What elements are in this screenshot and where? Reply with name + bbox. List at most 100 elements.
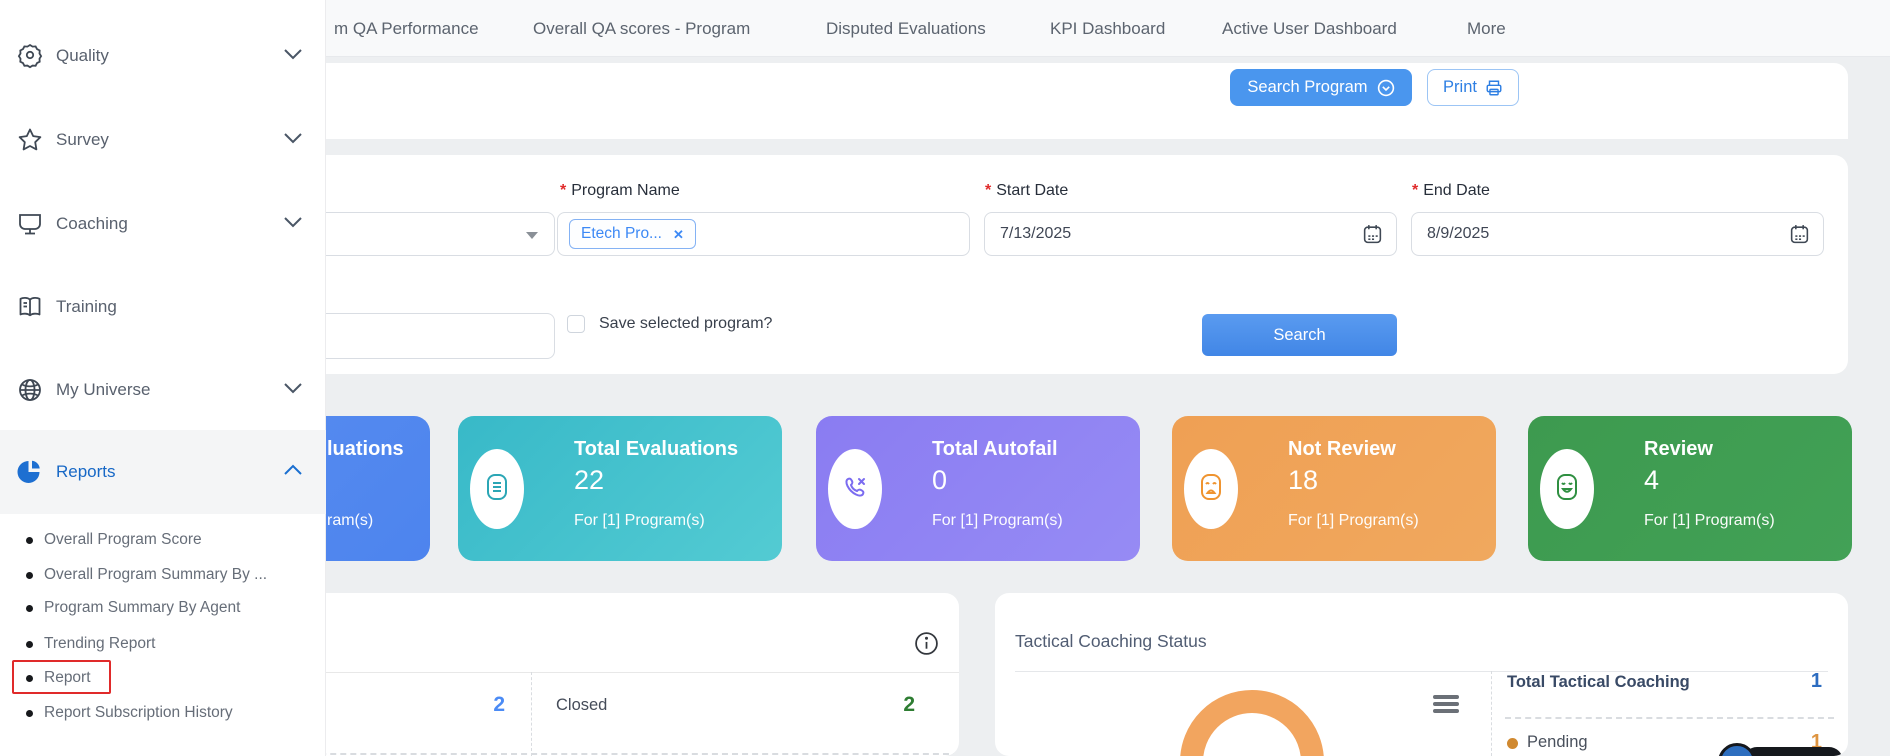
stat-card-title: Total Evaluations bbox=[574, 438, 738, 461]
stat-card-title: Total Autofail bbox=[932, 438, 1058, 461]
chevron-down-icon bbox=[283, 381, 303, 399]
bullet-icon bbox=[26, 605, 33, 612]
stat-card-value: 18 bbox=[1288, 465, 1318, 496]
secondary-filter-input[interactable] bbox=[300, 313, 555, 359]
calendar-icon[interactable] bbox=[1789, 223, 1810, 250]
sidebar-item-training[interactable]: Training bbox=[0, 286, 326, 328]
tab-active-user-dashboard[interactable]: Active User Dashboard bbox=[1222, 0, 1397, 57]
stat-card-title: Review bbox=[1644, 438, 1713, 461]
phone-x-icon bbox=[841, 473, 869, 506]
tab-disputed-evaluations[interactable]: Disputed Evaluations bbox=[826, 0, 986, 57]
stat-card-value: 22 bbox=[574, 465, 604, 496]
sidebar-item-quality[interactable]: Quality bbox=[0, 35, 326, 77]
search-program-button[interactable]: Search Program bbox=[1230, 69, 1412, 106]
status-summary-panel: 2 Closed 2 bbox=[280, 593, 959, 756]
column-separator bbox=[1491, 671, 1492, 756]
submenu-report[interactable]: Report bbox=[0, 665, 326, 691]
status-cell-value: 2 bbox=[903, 693, 915, 717]
start-date-value: 7/13/2025 bbox=[1000, 225, 1071, 243]
tag-remove-icon[interactable]: ✕ bbox=[673, 228, 684, 241]
bullet-icon bbox=[26, 675, 33, 682]
submenu-overall-program-summary[interactable]: Overall Program Summary By ... bbox=[0, 562, 326, 588]
tab-more[interactable]: More bbox=[1467, 0, 1506, 57]
sidebar-item-label: Training bbox=[56, 297, 117, 317]
total-coaching-label: Total Tactical Coaching bbox=[1507, 673, 1690, 692]
chart-tooltip bbox=[1743, 747, 1843, 756]
sidebar-item-label: My Universe bbox=[56, 380, 150, 400]
monitor-icon bbox=[16, 210, 44, 238]
happy-face-icon bbox=[1553, 472, 1581, 507]
save-program-checkbox[interactable] bbox=[567, 315, 585, 333]
stat-card-total-evaluations[interactable]: Total Evaluations 22 For [1] Program(s) bbox=[458, 416, 782, 561]
stat-card-value: 0 bbox=[932, 465, 947, 496]
stat-card-title: Not Review bbox=[1288, 438, 1396, 461]
stat-card-subtitle: For [1] Program(s) bbox=[574, 512, 705, 530]
sidebar: Quality Survey Coaching Training bbox=[0, 0, 326, 756]
bullet-icon bbox=[26, 710, 33, 717]
tactical-coaching-panel: Tactical Coaching Status 1 Total Tactica… bbox=[995, 593, 1848, 756]
print-label: Print bbox=[1443, 78, 1477, 97]
print-button[interactable]: Print bbox=[1427, 69, 1519, 106]
end-date-input[interactable]: 8/9/2025 bbox=[1411, 212, 1824, 256]
sidebar-item-label: Coaching bbox=[56, 214, 128, 234]
submenu-program-summary-by-agent[interactable]: Program Summary By Agent bbox=[0, 595, 326, 621]
end-date-value: 8/9/2025 bbox=[1427, 225, 1489, 243]
submenu-overall-program-score[interactable]: Overall Program Score bbox=[0, 527, 326, 553]
stat-card-title-partial: luations bbox=[327, 438, 404, 461]
bullet-icon bbox=[26, 641, 33, 648]
start-date-input[interactable]: 7/13/2025 bbox=[984, 212, 1397, 256]
search-program-label: Search Program bbox=[1247, 78, 1367, 97]
book-icon bbox=[16, 293, 44, 321]
tab-qa-performance[interactable]: m QA Performance bbox=[334, 0, 479, 57]
stat-card-total-autofail[interactable]: Total Autofail 0 For [1] Program(s) bbox=[816, 416, 1140, 561]
quality-badge-icon bbox=[16, 42, 44, 70]
submenu-trending-report[interactable]: Trending Report bbox=[0, 631, 326, 657]
tab-kpi-dashboard[interactable]: KPI Dashboard bbox=[1050, 0, 1165, 57]
stat-card-not-review[interactable]: Not Review 18 For [1] Program(s) bbox=[1172, 416, 1496, 561]
stat-card-subtitle: For [1] Program(s) bbox=[1288, 512, 1419, 530]
program-group-select[interactable] bbox=[300, 212, 555, 256]
chevron-down-icon bbox=[283, 131, 303, 149]
chart-menu-icon[interactable] bbox=[1433, 695, 1459, 716]
bullet-icon bbox=[26, 537, 33, 544]
tab-overall-qa-scores[interactable]: Overall QA scores - Program bbox=[533, 0, 750, 57]
search-button[interactable]: Search bbox=[1202, 314, 1397, 356]
sidebar-item-survey[interactable]: Survey bbox=[0, 119, 326, 161]
stat-card-subtitle: For [1] Program(s) bbox=[1644, 512, 1775, 530]
panel-divider bbox=[280, 672, 959, 673]
status-cell-label: Closed bbox=[556, 696, 607, 715]
filter-panel: *Program Name *Start Date *End Date Etec… bbox=[312, 155, 1848, 374]
sidebar-item-reports[interactable]: Reports bbox=[0, 430, 326, 514]
header-panel: Search Program Print bbox=[312, 63, 1848, 139]
chevron-down-circle-icon bbox=[1377, 79, 1395, 97]
evaluations-list-icon bbox=[483, 472, 511, 507]
program-name-input[interactable]: Etech Pro... ✕ bbox=[557, 212, 970, 256]
program-tag-label: Etech Pro... bbox=[581, 225, 662, 243]
stat-card-subtitle: For [1] Program(s) bbox=[932, 512, 1063, 530]
stat-card-subtitle-partial: ram(s) bbox=[327, 512, 373, 530]
pie-chart-icon bbox=[16, 458, 44, 486]
stat-card-value: 4 bbox=[1644, 465, 1659, 496]
cell-separator bbox=[531, 672, 532, 756]
chevron-up-icon bbox=[283, 463, 303, 481]
calendar-icon[interactable] bbox=[1362, 223, 1383, 250]
end-date-label: *End Date bbox=[1412, 182, 1490, 200]
sad-face-icon bbox=[1197, 472, 1225, 507]
printer-icon bbox=[1485, 79, 1503, 97]
program-name-label: *Program Name bbox=[560, 182, 680, 200]
sidebar-item-label: Reports bbox=[56, 462, 116, 482]
sidebar-item-coaching[interactable]: Coaching bbox=[0, 203, 326, 245]
info-icon[interactable] bbox=[914, 631, 939, 656]
star-icon bbox=[16, 126, 44, 154]
chevron-down-icon bbox=[283, 47, 303, 65]
stat-card-review[interactable]: Review 4 For [1] Program(s) bbox=[1528, 416, 1852, 561]
coaching-donut-chart bbox=[1180, 690, 1324, 756]
chevron-down-icon bbox=[283, 215, 303, 233]
dashboard-screen: m QA Performance Overall QA scores - Pro… bbox=[0, 0, 1890, 756]
select-caret-icon bbox=[526, 232, 538, 239]
sidebar-item-my-universe[interactable]: My Universe bbox=[0, 369, 326, 411]
program-tag[interactable]: Etech Pro... ✕ bbox=[569, 219, 696, 249]
sidebar-item-label: Survey bbox=[56, 130, 109, 150]
submenu-report-subscription-history[interactable]: Report Subscription History bbox=[0, 700, 326, 726]
start-date-label: *Start Date bbox=[985, 182, 1068, 200]
